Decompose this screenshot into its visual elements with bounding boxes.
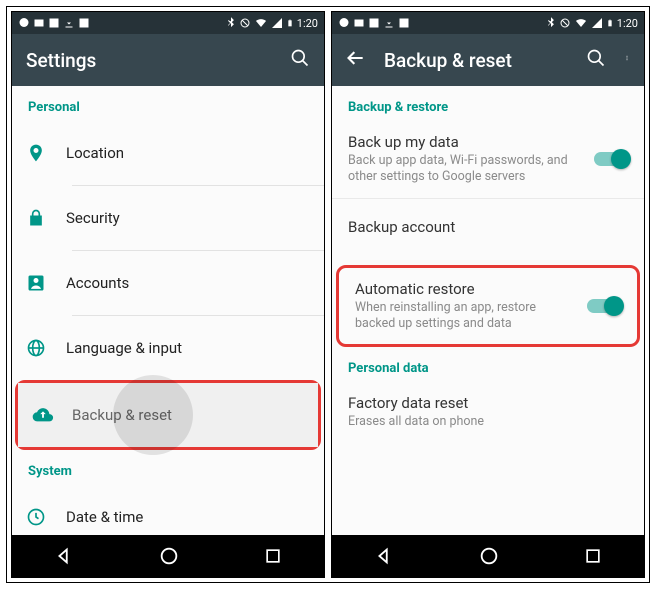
settings-label: Date & time (66, 508, 310, 526)
pref-backup-my-data[interactable]: Back up my data Back up app data, Wi-Fi … (332, 121, 644, 198)
nav-recent-icon[interactable] (583, 546, 603, 566)
nav-home-icon[interactable] (478, 545, 500, 567)
person-icon (26, 272, 66, 294)
signal-icon (271, 17, 283, 29)
image-icon (368, 17, 380, 29)
app-bar: Backup & reset (332, 34, 644, 86)
page-title: Backup & reset (384, 49, 568, 72)
settings-item-accounts[interactable]: Accounts (12, 251, 324, 315)
clock-icon (26, 506, 66, 528)
settings-item-security[interactable]: Security (12, 186, 324, 250)
mail-icon (353, 17, 365, 29)
pref-label: Backup account (348, 218, 618, 236)
section-personal-data: Personal data (332, 347, 644, 382)
battery-icon (286, 17, 294, 29)
settings-label: Accounts (66, 274, 310, 292)
app-bar: Settings (12, 34, 324, 86)
pref-auto-restore[interactable]: Automatic restore When reinstalling an a… (339, 268, 637, 345)
wifi-icon (254, 17, 268, 29)
pref-factory-reset[interactable]: Factory data reset Erases all data on ph… (332, 382, 644, 442)
nav-back-icon[interactable] (53, 545, 75, 567)
status-time: 1:20 (297, 17, 318, 30)
nav-bar (12, 535, 324, 577)
download-icon (63, 17, 75, 29)
section-backup-restore: Backup & restore (332, 86, 644, 121)
download-icon (383, 17, 395, 29)
settings-item-location[interactable]: Location (12, 121, 324, 185)
battery-icon (606, 17, 614, 29)
mail-icon (33, 17, 45, 29)
image-icon (48, 17, 60, 29)
pref-label: Automatic restore (355, 280, 577, 298)
hangouts-icon (338, 17, 350, 29)
touch-ripple (113, 375, 193, 455)
phone-backup-reset: 1:20 Backup & reset Backup & restore Bac… (331, 11, 645, 578)
search-icon[interactable] (290, 48, 310, 72)
bluetooth-icon (226, 17, 236, 29)
settings-label: Location (66, 144, 310, 162)
back-arrow-icon[interactable] (346, 48, 366, 72)
overflow-menu-icon[interactable] (624, 48, 630, 72)
toggle-switch[interactable] (587, 299, 621, 313)
nav-home-icon[interactable] (158, 545, 180, 567)
section-system: System (12, 450, 324, 485)
status-bar: 1:20 (12, 12, 324, 34)
settings-label: Language & input (66, 339, 310, 357)
backup-icon (32, 404, 72, 426)
location-icon (26, 142, 66, 164)
settings-label: Security (66, 209, 310, 227)
pref-summary: When reinstalling an app, restore backed… (355, 300, 577, 333)
nav-bar (332, 535, 644, 577)
wifi-icon (574, 17, 588, 29)
translate-icon (398, 17, 410, 29)
pref-summary: Erases all data on phone (348, 414, 618, 430)
settings-item-language[interactable]: Language & input (12, 316, 324, 380)
pref-backup-account[interactable]: Backup account (332, 199, 644, 255)
pref-label: Factory data reset (348, 394, 618, 412)
nav-back-icon[interactable] (373, 545, 395, 567)
pref-summary: Back up app data, Wi-Fi passwords, and o… (348, 153, 584, 186)
settings-item-datetime[interactable]: Date & time (12, 485, 324, 535)
section-personal: Personal (12, 86, 324, 121)
bluetooth-icon (546, 17, 556, 29)
status-bar: 1:20 (332, 12, 644, 34)
status-time: 1:20 (617, 17, 638, 30)
signal-icon (591, 17, 603, 29)
nav-recent-icon[interactable] (263, 546, 283, 566)
search-icon[interactable] (586, 48, 606, 72)
page-title: Settings (26, 49, 272, 72)
pref-label: Back up my data (348, 133, 584, 151)
hangouts-icon (18, 17, 30, 29)
globe-icon (26, 337, 66, 359)
no-sign-icon (239, 17, 251, 29)
toggle-switch[interactable] (594, 152, 628, 166)
lock-icon (26, 207, 66, 229)
no-sign-icon (559, 17, 571, 29)
translate-icon (78, 17, 90, 29)
phone-settings: 1:20 Settings Personal Location Security… (11, 11, 325, 578)
settings-item-backup-reset[interactable]: Backup & reset (18, 383, 318, 447)
highlight-auto-restore: Automatic restore When reinstalling an a… (336, 265, 640, 348)
highlight-backup-reset: Backup & reset (15, 380, 321, 450)
